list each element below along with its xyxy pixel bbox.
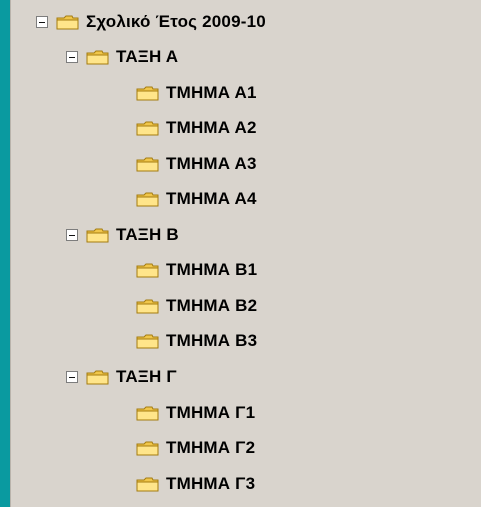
folder-icon [136, 406, 159, 420]
folder-icon [136, 121, 159, 135]
tree-node-tmima-a3[interactable]: ΤΜΗΜΑ Α3 [136, 147, 257, 181]
folder-icon [136, 299, 159, 313]
folder-icon [136, 263, 159, 277]
tree-node-school-year[interactable]: Σχολικό Έτος 2009-10 [36, 5, 266, 39]
tree-node-tmima-a4[interactable]: ΤΜΗΜΑ Α4 [136, 182, 257, 216]
tree-node-tmima-g3[interactable]: ΤΜΗΜΑ Γ3 [136, 467, 255, 501]
tree-panel: Σχολικό Έτος 2009-10 ΤΑΞΗ Α ΤΜΗΜΑ Α1 ΤΜΗ… [10, 0, 481, 507]
minus-toggle-icon[interactable] [36, 16, 48, 28]
tree-node-tmima-b1[interactable]: ΤΜΗΜΑ Β1 [136, 253, 257, 287]
tree-node-tmima-b2[interactable]: ΤΜΗΜΑ Β2 [136, 289, 257, 323]
folder-icon [136, 334, 159, 348]
folder-icon [136, 477, 159, 491]
tree-label-tmima-g3: ΤΜΗΜΑ Γ3 [166, 474, 256, 493]
tree-label-tmima-a1: ΤΜΗΜΑ Α1 [166, 83, 257, 102]
tree-label-tmima-g1: ΤΜΗΜΑ Γ1 [166, 403, 256, 422]
tree-label-tmima-a4: ΤΜΗΜΑ Α4 [166, 189, 257, 208]
tree-label-school-year: Σχολικό Έτος 2009-10 [86, 12, 266, 31]
folder-icon [86, 228, 109, 242]
tree-label-taxi-a: ΤΑΞΗ Α [116, 47, 179, 66]
tree-label-taxi-b: ΤΑΞΗ Β [116, 225, 179, 244]
tree-label-tmima-a2: ΤΜΗΜΑ Α2 [166, 118, 257, 137]
folder-icon [86, 370, 109, 384]
minus-toggle-icon[interactable] [66, 229, 78, 241]
tree-node-taxi-a[interactable]: ΤΑΞΗ Α [66, 40, 178, 74]
tree-node-tmima-g2[interactable]: ΤΜΗΜΑ Γ2 [136, 431, 255, 465]
class-tree: Σχολικό Έτος 2009-10 ΤΑΞΗ Α ΤΜΗΜΑ Α1 ΤΜΗ… [11, 0, 481, 507]
tree-label-tmima-b2: ΤΜΗΜΑ Β2 [166, 296, 258, 315]
folder-icon [56, 15, 79, 29]
folder-icon [136, 441, 159, 455]
folder-icon [136, 86, 159, 100]
minus-toggle-icon[interactable] [66, 51, 78, 63]
tree-node-tmima-g1[interactable]: ΤΜΗΜΑ Γ1 [136, 396, 255, 430]
tree-node-tmima-a1[interactable]: ΤΜΗΜΑ Α1 [136, 76, 257, 110]
folder-icon [136, 157, 159, 171]
folder-icon [136, 192, 159, 206]
tree-label-taxi-g: ΤΑΞΗ Γ [116, 367, 177, 386]
tree-label-tmima-a3: ΤΜΗΜΑ Α3 [166, 154, 257, 173]
tree-node-taxi-b[interactable]: ΤΑΞΗ Β [66, 218, 179, 252]
tree-label-tmima-g2: ΤΜΗΜΑ Γ2 [166, 438, 256, 457]
tree-node-taxi-g[interactable]: ΤΑΞΗ Γ [66, 360, 177, 394]
tree-node-tmima-a2[interactable]: ΤΜΗΜΑ Α2 [136, 111, 257, 145]
minus-toggle-icon[interactable] [66, 371, 78, 383]
tree-label-tmima-b1: ΤΜΗΜΑ Β1 [166, 260, 258, 279]
tree-node-tmima-b3[interactable]: ΤΜΗΜΑ Β3 [136, 324, 257, 358]
tree-label-tmima-b3: ΤΜΗΜΑ Β3 [166, 331, 258, 350]
folder-icon [86, 50, 109, 64]
